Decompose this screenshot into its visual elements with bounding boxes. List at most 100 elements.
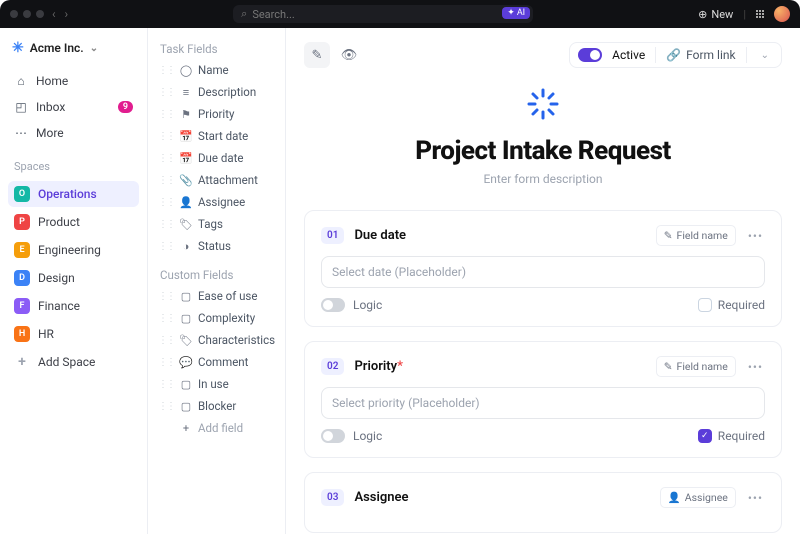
add-space-button[interactable]: +Add Space <box>8 349 139 375</box>
workspace-switcher[interactable]: ✳ Acme Inc. ⌄ <box>8 38 139 58</box>
drag-handle-icon[interactable]: ⋮⋮ <box>158 379 174 390</box>
question-input[interactable]: Select date (Placeholder) <box>321 256 765 288</box>
window-controls[interactable] <box>10 10 44 18</box>
task-field-item[interactable]: ⋮⋮📎Attachment <box>154 170 279 190</box>
space-name: Product <box>38 215 80 229</box>
question-title[interactable]: Priority* <box>354 359 402 374</box>
field-name-chip[interactable]: ✎Field name <box>656 356 736 377</box>
question-card[interactable]: 01 Due date ✎Field name ••• Select date … <box>304 210 782 327</box>
question-card[interactable]: 02 Priority* ✎Field name ••• Select prio… <box>304 341 782 458</box>
logic-toggle[interactable] <box>321 298 345 312</box>
space-hr[interactable]: H HR <box>8 321 139 347</box>
drag-handle-icon[interactable]: ⋮⋮ <box>158 109 174 120</box>
drag-handle-icon[interactable]: ⋮⋮ <box>158 241 174 252</box>
field-name: Assignee <box>198 195 245 209</box>
drag-handle-icon[interactable]: ⋮⋮ <box>158 335 174 346</box>
drag-handle-icon[interactable]: ⋮⋮ <box>158 65 174 76</box>
required-label: Required <box>718 298 765 312</box>
space-product[interactable]: P Product <box>8 209 139 235</box>
field-name: In use <box>198 377 229 391</box>
space-badge: F <box>14 298 30 314</box>
drag-handle-icon[interactable]: ⋮⋮ <box>158 87 174 98</box>
field-type-icon: ▢ <box>180 378 192 391</box>
chip-icon: ✎ <box>664 229 673 242</box>
space-name: Design <box>38 271 75 285</box>
question-number: 03 <box>321 489 344 506</box>
required-checkbox[interactable] <box>698 298 712 312</box>
task-field-item[interactable]: ⋮⋮◯Name <box>154 60 279 80</box>
required-checkbox[interactable]: ✓ <box>698 429 712 443</box>
drag-handle-icon[interactable]: ⋮⋮ <box>158 219 174 230</box>
field-type-icon: 💬 <box>180 356 192 369</box>
more-icon: ⋯ <box>14 126 28 140</box>
space-badge: H <box>14 326 30 342</box>
form-link-menu[interactable]: ⌄ <box>757 50 773 61</box>
apps-icon[interactable] <box>756 10 764 18</box>
active-label: Active <box>612 48 645 62</box>
form-link-button[interactable]: 🔗Form link <box>666 48 735 62</box>
plus-icon: + <box>180 422 192 435</box>
question-menu[interactable]: ••• <box>746 229 765 243</box>
drag-handle-icon[interactable]: ⋮⋮ <box>158 131 174 142</box>
task-field-item[interactable]: ⋮⋮⚑Priority <box>154 104 279 124</box>
drag-handle-icon[interactable]: ⋮⋮ <box>158 175 174 186</box>
edit-mode-button[interactable]: ✎ <box>304 42 330 68</box>
task-field-item[interactable]: ⋮⋮👤Assignee <box>154 192 279 212</box>
task-field-item[interactable]: ⋮⋮📅Due date <box>154 148 279 168</box>
question-input[interactable]: Select priority (Placeholder) <box>321 387 765 419</box>
drag-handle-icon[interactable]: ⋮⋮ <box>158 153 174 164</box>
field-name-chip[interactable]: ✎Field name <box>656 225 736 246</box>
fields-panel: Task Fields ⋮⋮◯Name⋮⋮≡Description⋮⋮⚑Prio… <box>148 28 286 534</box>
task-field-item[interactable]: ⋮⋮≡Description <box>154 82 279 102</box>
space-finance[interactable]: FFinance <box>8 293 139 319</box>
question-menu[interactable]: ••• <box>746 491 765 505</box>
question-card[interactable]: 03 Assignee 👤Assignee ••• <box>304 472 782 533</box>
drag-handle-icon[interactable]: ⋮⋮ <box>158 291 174 302</box>
space-design[interactable]: D Design <box>8 265 139 291</box>
form-builder-main: ✎ 👁 Active 🔗Form link ⌄ P <box>286 28 800 534</box>
space-operations[interactable]: OOperations <box>8 181 139 207</box>
chevron-down-icon: ⌄ <box>90 43 98 54</box>
field-name: Attachment <box>198 173 258 187</box>
space-badge: P <box>14 214 30 230</box>
task-field-item[interactable]: ⋮⋮📅Start date <box>154 126 279 146</box>
nav-more[interactable]: ⋯More <box>8 122 139 144</box>
nav-arrows[interactable]: ‹ › <box>52 7 68 21</box>
field-name-chip[interactable]: 👤Assignee <box>660 487 736 508</box>
custom-field-item[interactable]: ⋮⋮▢Ease of use <box>154 286 279 306</box>
question-menu[interactable]: ••• <box>746 360 765 374</box>
field-type-icon: 🏷 <box>180 218 192 231</box>
add-field-button[interactable]: ⋮⋮+Add field <box>154 418 279 438</box>
new-button[interactable]: ⊕New <box>698 8 733 21</box>
sidebar: ✳ Acme Inc. ⌄ ⌂Home ◰Inbox9 ⋯More Spaces… <box>0 28 148 534</box>
drag-handle-icon[interactable]: ⋮⋮ <box>158 401 174 412</box>
user-avatar[interactable] <box>774 6 790 22</box>
nav-inbox[interactable]: ◰Inbox9 <box>8 96 139 118</box>
logic-toggle[interactable] <box>321 429 345 443</box>
custom-field-item[interactable]: ⋮⋮▢Complexity <box>154 308 279 328</box>
drag-handle-icon[interactable]: ⋮⋮ <box>158 313 174 324</box>
question-title[interactable]: Assignee <box>354 490 408 505</box>
task-field-item[interactable]: ⋮⋮🏷Tags <box>154 214 279 234</box>
form-description[interactable]: Enter form description <box>304 172 782 186</box>
custom-field-item[interactable]: ⋮⋮ ▢ In use <box>154 374 279 394</box>
space-badge: D <box>14 270 30 286</box>
custom-field-item[interactable]: ⋮⋮▢Blocker <box>154 396 279 416</box>
nav-home[interactable]: ⌂Home <box>8 70 139 92</box>
question-title[interactable]: Due date <box>354 228 406 243</box>
ai-chip[interactable]: ✦ AI <box>502 7 530 19</box>
form-title[interactable]: Project Intake Request <box>304 136 782 166</box>
custom-field-item[interactable]: ⋮⋮🏷Characteristics <box>154 330 279 350</box>
global-search[interactable]: ⌕ Search... ✦ AI <box>233 5 533 23</box>
drag-handle-icon[interactable]: ⋮⋮ <box>158 357 174 368</box>
field-name: Description <box>198 85 256 99</box>
search-icon: ⌕ <box>241 7 247 21</box>
drag-handle-icon[interactable]: ⋮⋮ <box>158 197 174 208</box>
preview-button[interactable]: 👁 <box>336 42 362 68</box>
logic-label: Logic <box>353 429 382 443</box>
active-toggle[interactable] <box>578 48 602 62</box>
task-field-item[interactable]: ⋮⋮◑Status <box>154 236 279 256</box>
space-engineering[interactable]: EEngineering <box>8 237 139 263</box>
space-name: HR <box>38 327 54 341</box>
custom-field-item[interactable]: ⋮⋮💬Comment <box>154 352 279 372</box>
